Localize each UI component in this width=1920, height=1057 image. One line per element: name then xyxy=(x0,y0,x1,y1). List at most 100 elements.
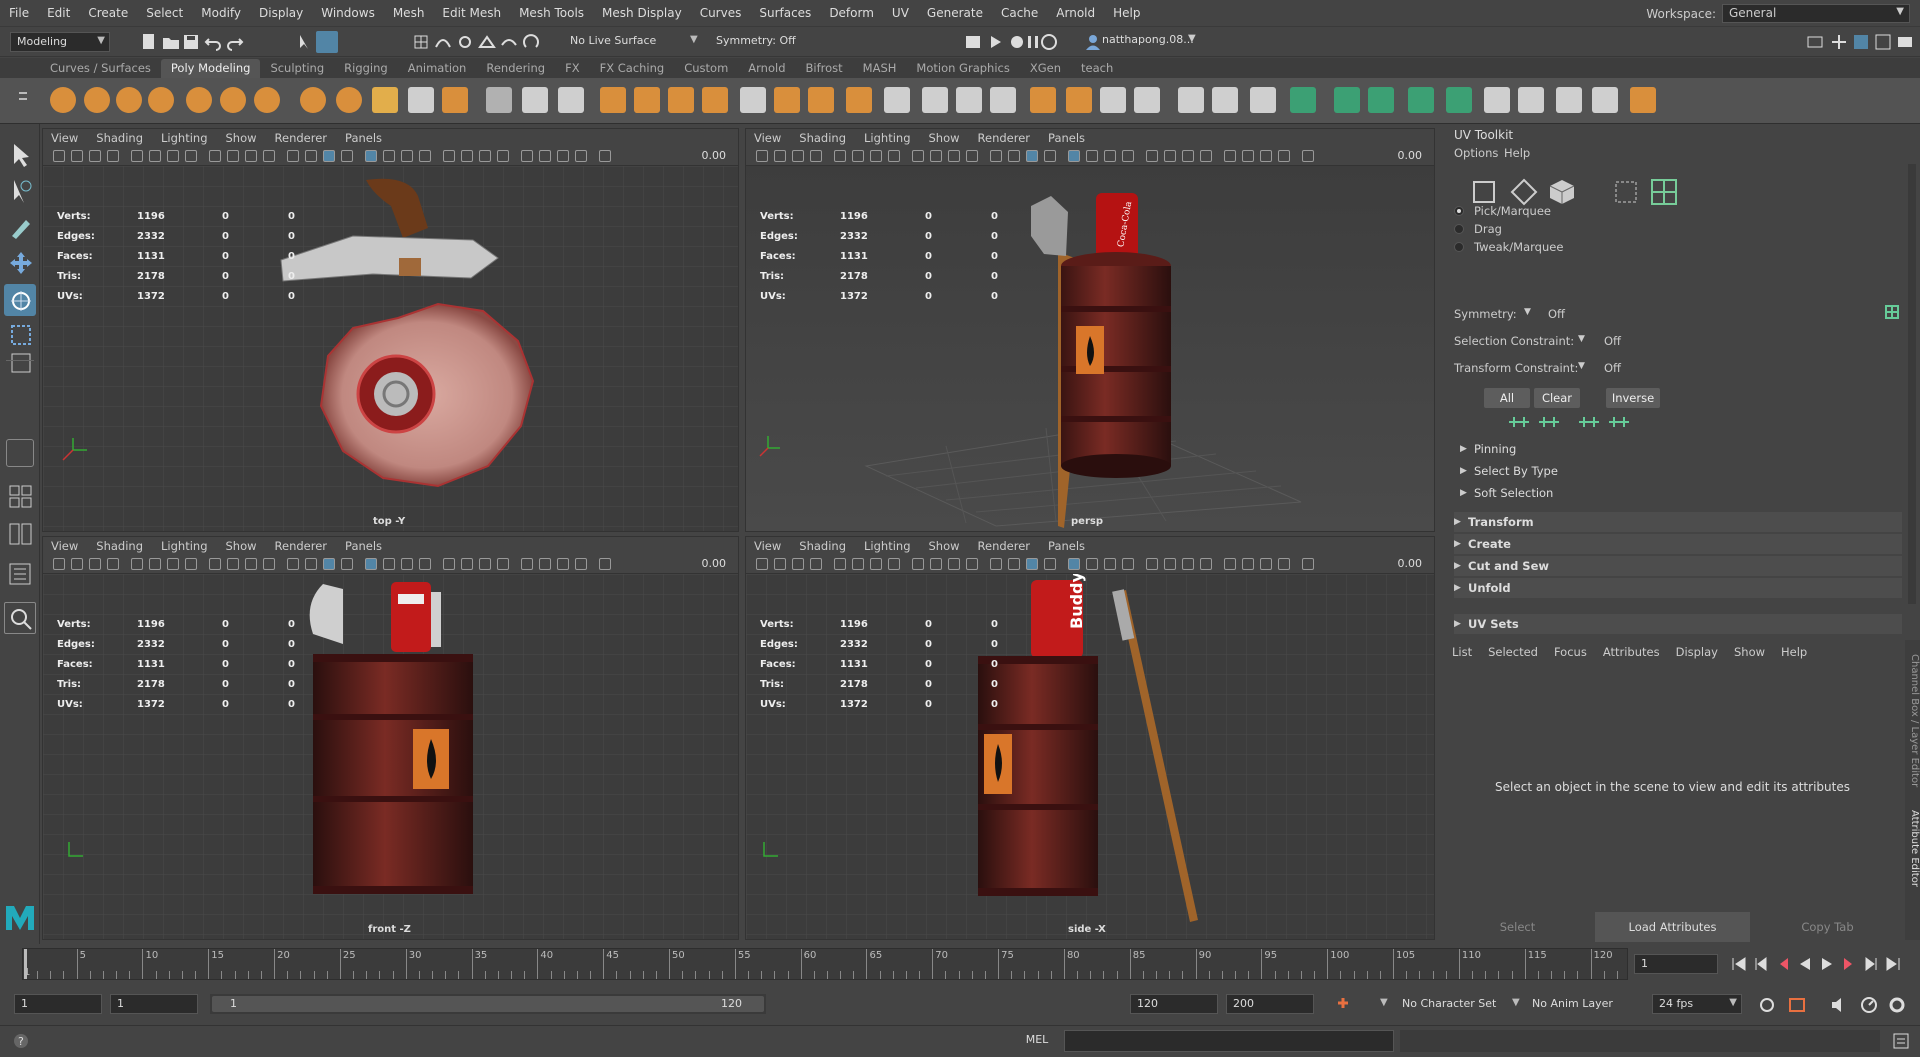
section-soft-selection[interactable]: Soft Selection xyxy=(1460,483,1900,503)
mirror-icon[interactable] xyxy=(774,87,800,113)
viewport-canvas[interactable]: Verts: 1196 0 0 Edges: 2332 0 0 Faces: 1131 0 0 T… xyxy=(43,574,738,939)
grid-icon[interactable] xyxy=(870,150,882,162)
section-uv-sets[interactable]: UV Sets xyxy=(1454,614,1902,634)
shadows-icon[interactable] xyxy=(1104,150,1116,162)
wire-on-shaded-icon[interactable] xyxy=(341,150,353,162)
chevron-down-icon[interactable]: ▼ xyxy=(1380,997,1388,1008)
viewport-canvas[interactable]: Buddy Verts: 1196 0 0 Edges: 2332 0 0 Faces: 11… xyxy=(746,574,1434,939)
shelf-tab-arnold[interactable]: Arnold xyxy=(738,59,795,78)
safe-action-icon[interactable] xyxy=(966,558,978,570)
ambient-occlusion-icon[interactable] xyxy=(1122,150,1134,162)
panel-menu-view[interactable]: View xyxy=(754,539,781,553)
snap-surface-icon[interactable] xyxy=(500,33,518,51)
uv-cut-icon[interactable] xyxy=(1518,87,1544,113)
move-tool-icon[interactable] xyxy=(8,250,34,276)
menu-surfaces[interactable]: Surfaces xyxy=(750,6,820,20)
range-slider-track[interactable]: 1 120 xyxy=(210,994,766,1014)
lights-icon[interactable] xyxy=(383,558,395,570)
auto-key-icon[interactable] xyxy=(1334,996,1352,1014)
resolution-gate-icon[interactable] xyxy=(209,150,221,162)
exposure-value[interactable]: 0.00 xyxy=(1398,149,1423,162)
xray-icon[interactable] xyxy=(1224,150,1236,162)
antialiasing-icon[interactable] xyxy=(1164,558,1176,570)
new-scene-icon[interactable] xyxy=(140,33,158,51)
depth-of-field-icon[interactable] xyxy=(1182,558,1194,570)
playback-start-field[interactable]: 1 xyxy=(110,994,198,1014)
playback-end-field[interactable]: 120 xyxy=(1130,994,1218,1014)
cube-icon[interactable] xyxy=(84,87,110,113)
menu-cache[interactable]: Cache xyxy=(992,6,1047,20)
shadows-icon[interactable] xyxy=(401,150,413,162)
section-select-by-type[interactable]: Select By Type xyxy=(1460,461,1900,481)
single-perspective-layout-icon[interactable] xyxy=(6,439,34,467)
snap-point-icon[interactable] xyxy=(456,33,474,51)
panel-menu-shading[interactable]: Shading xyxy=(96,131,143,145)
gate-mask-icon[interactable] xyxy=(227,558,239,570)
render-frame-icon[interactable] xyxy=(964,33,982,51)
user-account[interactable]: natthapong.08... xyxy=(1102,33,1194,46)
ambient-occlusion-icon[interactable] xyxy=(419,558,431,570)
section-cut-and-sew[interactable]: Cut and Sew xyxy=(1454,556,1902,576)
redo-icon[interactable] xyxy=(226,33,244,51)
uv-unfold-icon[interactable] xyxy=(1592,87,1618,113)
xray-components-icon[interactable] xyxy=(1260,558,1272,570)
xray-icon[interactable] xyxy=(521,150,533,162)
attach-icon[interactable] xyxy=(1290,87,1316,113)
attr-menu-help[interactable]: Help xyxy=(1781,645,1807,659)
chevron-down-icon[interactable]: ▼ xyxy=(1524,307,1531,317)
resolution-gate-icon[interactable] xyxy=(209,558,221,570)
panel-menu-lighting[interactable]: Lighting xyxy=(161,539,207,553)
resolution-gate-icon[interactable] xyxy=(912,558,924,570)
panel-menu-show[interactable]: Show xyxy=(226,131,257,145)
section-transform[interactable]: Transform xyxy=(1454,512,1902,532)
uv-toolkit-scrollbar[interactable] xyxy=(1908,164,1916,604)
cone-icon[interactable] xyxy=(148,87,174,113)
wireframe-icon[interactable] xyxy=(1008,150,1020,162)
menu-edit-mesh[interactable]: Edit Mesh xyxy=(433,6,510,20)
clear-selection-button[interactable]: Clear xyxy=(1534,388,1580,408)
uv-menu-help[interactable]: Help xyxy=(1504,146,1530,160)
select-all-button[interactable]: All xyxy=(1484,388,1530,408)
radio-tweak-marquee[interactable]: Tweak/Marquee xyxy=(1454,240,1563,254)
section-unfold[interactable]: Unfold xyxy=(1454,578,1902,598)
hud-toggle-icon[interactable] xyxy=(1830,33,1848,51)
isolate-icon[interactable] xyxy=(1200,150,1212,162)
menu-mesh-display[interactable]: Mesh Display xyxy=(593,6,691,20)
wireframe-icon[interactable] xyxy=(305,150,317,162)
xray-components-icon[interactable] xyxy=(1260,150,1272,162)
rotate-tool-icon[interactable] xyxy=(8,288,34,314)
camera-icon[interactable] xyxy=(53,558,65,570)
plane-icon[interactable] xyxy=(220,87,246,113)
modeling-toolkit-icon[interactable] xyxy=(1806,33,1824,51)
viewport-side[interactable]: View Shading Lighting Show Renderer Panels 0.… xyxy=(745,536,1435,940)
xray-joints-icon[interactable] xyxy=(539,558,551,570)
image-plane-icon[interactable] xyxy=(810,150,822,162)
textured-icon[interactable] xyxy=(1068,150,1080,162)
lock-camera-icon[interactable] xyxy=(774,150,786,162)
menu-display[interactable]: Display xyxy=(250,6,312,20)
outliner-layout-icon[interactable] xyxy=(8,562,34,588)
isolate-icon[interactable] xyxy=(497,558,509,570)
chevron-down-icon[interactable]: ▼ xyxy=(1578,361,1585,371)
scale-tool-icon[interactable] xyxy=(8,322,34,348)
attr-menu-show[interactable]: Show xyxy=(1734,645,1765,659)
paint-select-icon[interactable] xyxy=(8,214,34,240)
transform-constraint-value[interactable]: Off xyxy=(1604,361,1621,375)
xray-components-icon[interactable] xyxy=(557,150,569,162)
split-icon[interactable] xyxy=(990,87,1016,113)
play-forwards-icon[interactable] xyxy=(1818,955,1836,973)
insert-loop-icon[interactable] xyxy=(1134,87,1160,113)
textured-icon[interactable] xyxy=(365,558,377,570)
xray-icon[interactable] xyxy=(521,558,533,570)
wire-on-shaded-icon[interactable] xyxy=(341,558,353,570)
panel-menu-lighting[interactable]: Lighting xyxy=(864,131,910,145)
menu-select[interactable]: Select xyxy=(137,6,192,20)
select-button[interactable]: Select xyxy=(1440,912,1595,942)
shelf-tab-bifrost[interactable]: Bifrost xyxy=(796,59,853,78)
torus-icon[interactable] xyxy=(186,87,212,113)
animation-start-field[interactable]: 1 xyxy=(14,994,102,1014)
triangulate-icon[interactable] xyxy=(1446,87,1472,113)
field-chart-icon[interactable] xyxy=(245,150,257,162)
field-chart-icon[interactable] xyxy=(948,150,960,162)
grease-pencil-icon[interactable] xyxy=(149,150,161,162)
